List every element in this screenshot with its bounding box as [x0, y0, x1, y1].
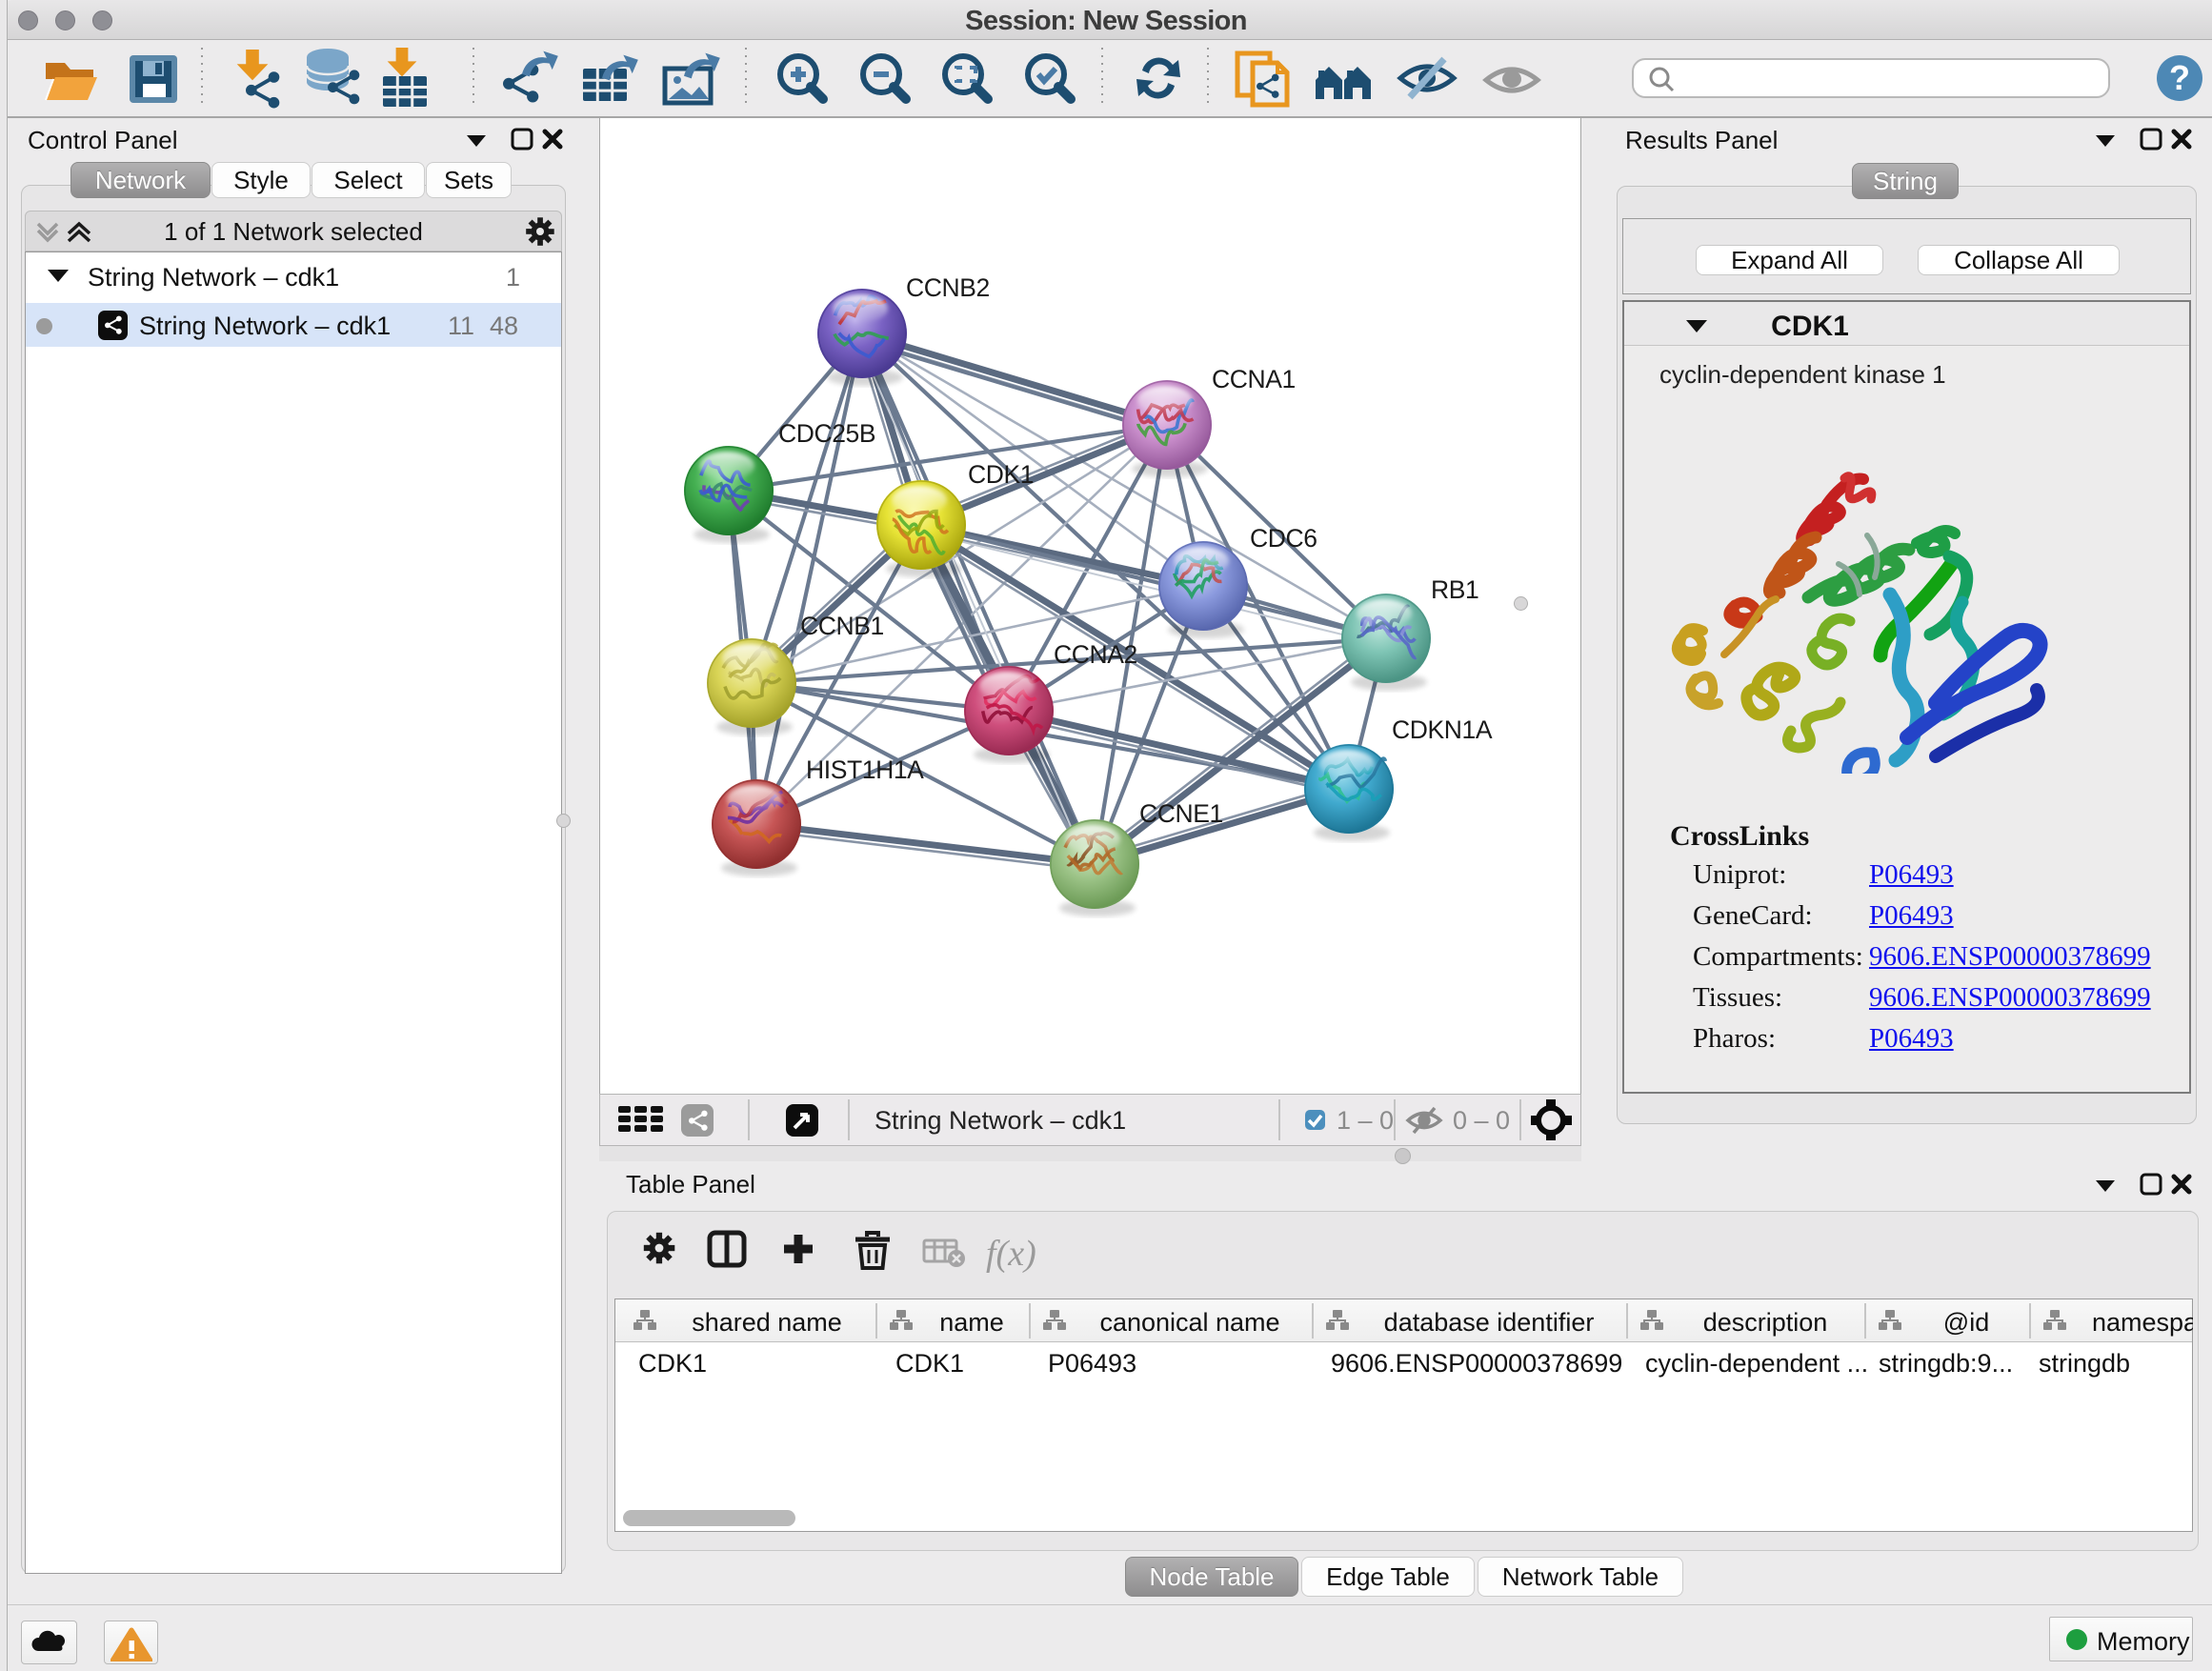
- svg-text:0 – 0: 0 – 0: [1453, 1106, 1510, 1135]
- svg-text:String Network – cdk1: String Network – cdk1: [875, 1106, 1126, 1135]
- svg-text:database identifier: database identifier: [1384, 1308, 1595, 1337]
- svg-text:canonical name: canonical name: [1099, 1308, 1279, 1337]
- svg-text:name: name: [939, 1308, 1004, 1337]
- svg-text:description: description: [1703, 1308, 1828, 1337]
- svg-text:CCNB1: CCNB1: [800, 612, 884, 640]
- svg-text:CDC25B: CDC25B: [778, 419, 875, 448]
- svg-text:1 – 0: 1 – 0: [1337, 1106, 1394, 1135]
- svg-text:CDC6: CDC6: [1250, 524, 1317, 553]
- svg-text:@id: @id: [1943, 1308, 1989, 1337]
- svg-text:shared name: shared name: [692, 1308, 842, 1337]
- svg-text:namespace: namespace: [2092, 1308, 2193, 1337]
- svg-text:CCNE1: CCNE1: [1139, 799, 1223, 828]
- svg-text:?: ?: [2169, 58, 2190, 97]
- svg-text:CCNA2: CCNA2: [1054, 640, 1137, 669]
- svg-text:f(x): f(x): [986, 1234, 1036, 1274]
- svg-text:CDK1: CDK1: [968, 460, 1034, 489]
- svg-text:CDKN1A: CDKN1A: [1392, 715, 1493, 744]
- svg-text:RB1: RB1: [1431, 575, 1478, 604]
- svg-text:HIST1H1A: HIST1H1A: [806, 755, 924, 784]
- svg-text:CCNB2: CCNB2: [906, 273, 990, 302]
- svg-text:CCNA1: CCNA1: [1212, 365, 1296, 393]
